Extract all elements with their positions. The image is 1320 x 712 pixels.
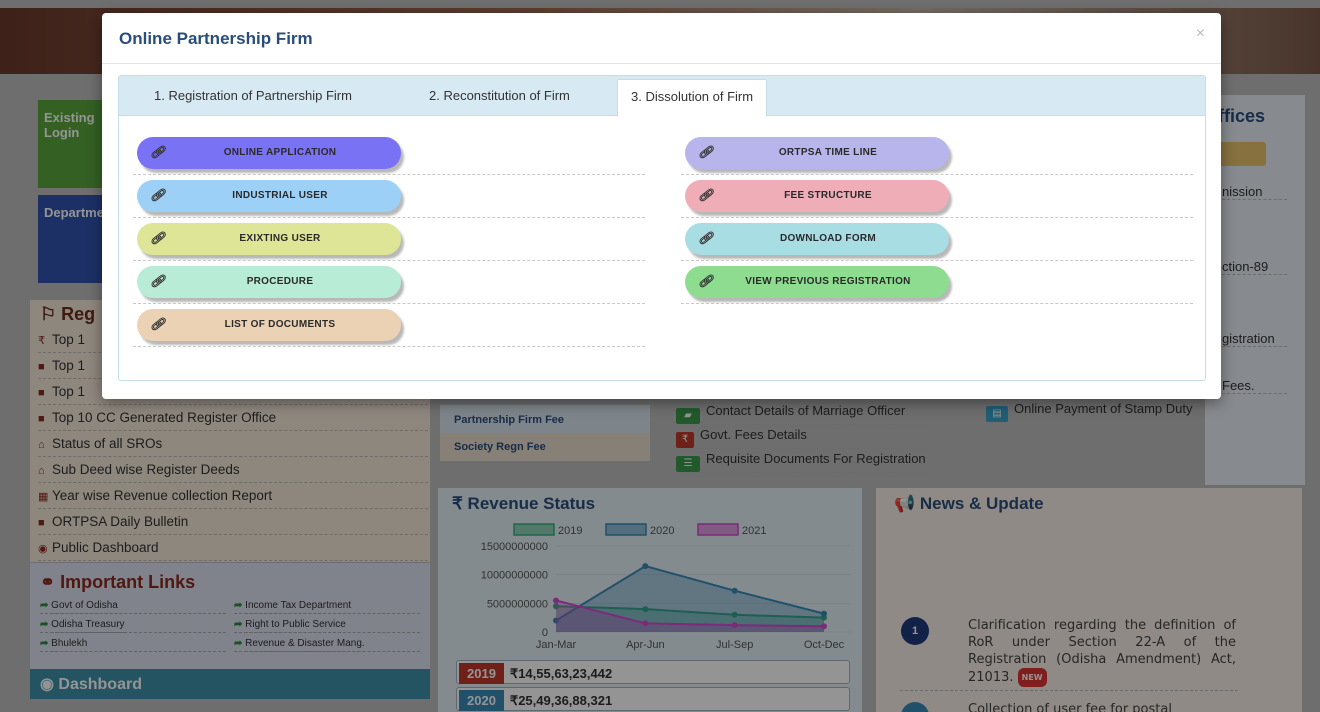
- link-icon: 🔗︎: [698, 274, 714, 288]
- link-icon: 🔗︎: [150, 274, 166, 288]
- divider: [681, 303, 1193, 304]
- link-icon: 🔗︎: [150, 188, 166, 202]
- divider: [133, 303, 645, 304]
- divider: [681, 260, 1193, 261]
- link-icon: 🔗︎: [150, 145, 166, 159]
- download-form-button[interactable]: 🔗︎ DOWNLOAD FORM: [685, 223, 949, 255]
- tab-dissolution[interactable]: 3. Dissolution of Firm: [617, 79, 768, 117]
- divider: [133, 346, 645, 347]
- divider: [133, 260, 645, 261]
- divider: [681, 174, 1193, 175]
- divider: [681, 217, 1193, 218]
- tab-container: 1. Registration of Partnership Firm 2. R…: [118, 75, 1206, 381]
- link-icon: 🔗︎: [698, 231, 714, 245]
- view-previous-registration-button[interactable]: 🔗︎ VIEW PREVIOUS REGISTRATION: [685, 266, 949, 298]
- online-application-button[interactable]: 🔗︎ ONLINE APPLICATION: [137, 137, 401, 169]
- link-icon: 🔗︎: [698, 188, 714, 202]
- list-of-documents-button[interactable]: 🔗︎ LIST OF DOCUMENTS: [137, 309, 401, 341]
- modal-title: Online Partnership Firm: [119, 29, 313, 48]
- procedure-button[interactable]: 🔗︎ PROCEDURE: [137, 266, 401, 298]
- link-icon: 🔗︎: [698, 145, 714, 159]
- tab-strip: 1. Registration of Partnership Firm 2. R…: [119, 76, 1205, 117]
- industrial-user-button[interactable]: 🔗︎ INDUSTRIAL USER: [137, 180, 401, 212]
- tab-registration[interactable]: 1. Registration of Partnership Firm: [154, 76, 352, 116]
- divider: [102, 63, 1221, 64]
- close-icon[interactable]: ×: [1196, 25, 1205, 43]
- fee-structure-button[interactable]: 🔗︎ FEE STRUCTURE: [685, 180, 949, 212]
- existing-user-button[interactable]: 🔗︎ EXIXTING USER: [137, 223, 401, 255]
- divider: [133, 174, 645, 175]
- tab-reconstitution[interactable]: 2. Reconstitution of Firm: [429, 76, 570, 116]
- online-partnership-firm-modal: Online Partnership Firm × 1. Registratio…: [102, 13, 1221, 399]
- link-icon: 🔗︎: [150, 231, 166, 245]
- ortpsa-timeline-button[interactable]: 🔗︎ ORTPSA TIME LINE: [685, 137, 949, 169]
- divider: [133, 217, 645, 218]
- link-icon: 🔗︎: [150, 317, 166, 331]
